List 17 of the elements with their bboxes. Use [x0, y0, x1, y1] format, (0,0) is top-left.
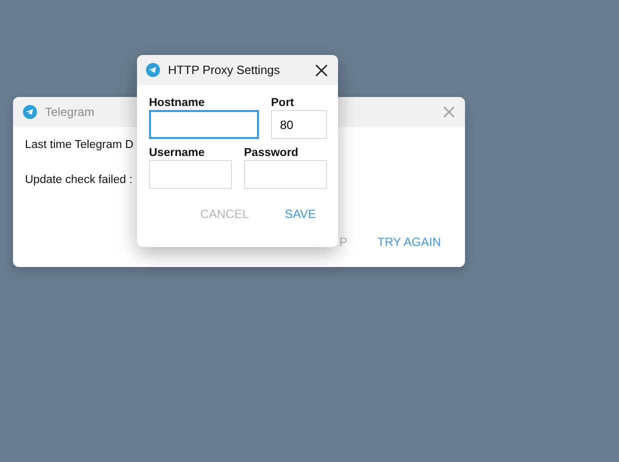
message-text: Update check failed : — [25, 174, 132, 186]
field-label: Port — [271, 97, 295, 109]
field-label: Username — [149, 147, 206, 159]
input-field[interactable]: 80 — [271, 110, 327, 139]
try-again-button[interactable]: TRY AGAIN — [377, 235, 441, 249]
window-title: HTTP Proxy Settings — [168, 63, 281, 77]
close-icon[interactable] — [315, 64, 328, 76]
input-field[interactable] — [149, 110, 259, 139]
paper-plane-icon — [23, 105, 37, 119]
dialog-button[interactable]: P — [339, 235, 348, 249]
field-label: Hostname — [149, 97, 206, 109]
field-label: Password — [244, 147, 300, 159]
paper-plane-icon — [146, 63, 160, 77]
save-button[interactable]: SAVE — [284, 207, 316, 221]
window-title: Telegram — [45, 105, 96, 119]
cancel-button[interactable]: CANCEL — [200, 207, 249, 221]
message-text: Last time Telegram D — [25, 139, 134, 151]
